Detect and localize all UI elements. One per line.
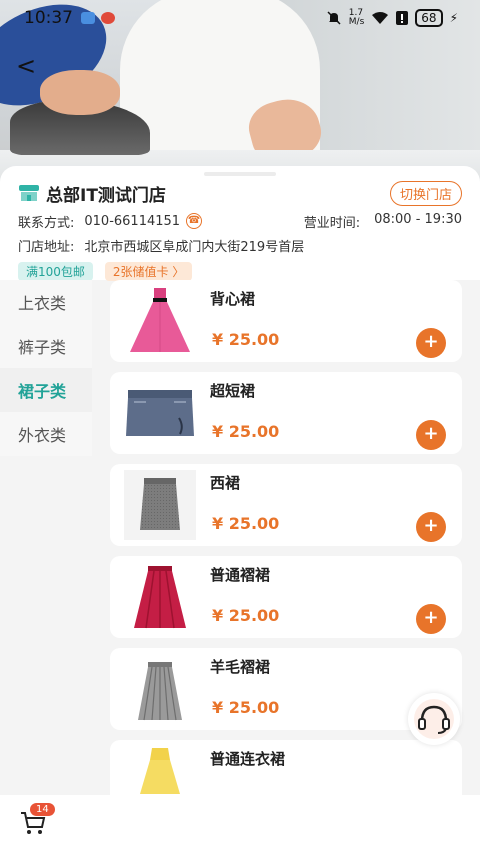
status-bar: 10:37 1.7 M/s 68 ⚡ xyxy=(0,0,480,36)
grey-pencil-skirt-image xyxy=(124,470,196,540)
product-price: ¥ 25.00 xyxy=(212,698,280,717)
category-item-outerwear[interactable]: 外衣类 xyxy=(0,412,92,456)
app-screen: 10:37 1.7 M/s 68 ⚡ < 总部IT测试门店 切换门店 联系方式:… xyxy=(0,0,480,853)
product-name: 背心裙 xyxy=(210,290,256,308)
add-to-cart-button[interactable]: + xyxy=(416,604,446,634)
add-to-cart-button[interactable]: + xyxy=(416,328,446,358)
product-price: ¥ 25.00 xyxy=(212,330,280,349)
product-price: ¥ 25.00 xyxy=(212,422,280,441)
wifi-icon xyxy=(372,12,389,24)
category-label: 裙子类 xyxy=(18,382,67,401)
product-name: 羊毛褶裙 xyxy=(210,658,271,676)
denim-mini-skirt-image xyxy=(126,390,194,436)
product-name: 普通褶裙 xyxy=(210,566,271,584)
category-label: 裤子类 xyxy=(18,338,67,357)
hours-label: 营业时间: xyxy=(303,215,361,231)
store-address: 北京市西城区阜成门内大街219号首层 xyxy=(84,239,305,255)
status-time: 10:37 xyxy=(24,8,73,28)
category-label: 外衣类 xyxy=(18,426,67,445)
list-item[interactable]: 背心裙 ¥ 25.00 + xyxy=(110,280,462,362)
add-to-cart-button[interactable]: + xyxy=(416,512,446,542)
warning-icon xyxy=(396,11,409,25)
product-name: 超短裙 xyxy=(210,382,256,400)
list-item[interactable]: 西裙 ¥ 25.00 + xyxy=(110,464,462,546)
product-price: ¥ 25.00 xyxy=(212,606,280,625)
product-name: 普通连衣裙 xyxy=(210,750,286,768)
list-item[interactable]: 超短裙 ¥ 25.00 + xyxy=(110,372,462,454)
store-hours: 08:00 - 19:30 xyxy=(374,211,462,227)
back-button[interactable]: < xyxy=(16,52,36,80)
free-shipping-tag: 满100包邮 xyxy=(18,262,93,281)
mute-icon xyxy=(327,11,341,25)
store-name: 总部IT测试门店 xyxy=(46,185,166,206)
address-label: 门店地址: xyxy=(18,239,75,255)
alert-notification-icon xyxy=(101,12,115,24)
category-item-tops[interactable]: 上衣类 xyxy=(0,280,92,324)
drag-handle[interactable] xyxy=(204,172,276,176)
cart-count-badge: 14 xyxy=(30,803,55,816)
customer-service-button[interactable] xyxy=(408,693,460,745)
bottom-bar: 14 xyxy=(0,795,480,853)
contact-label: 联系方式: xyxy=(18,215,75,231)
category-item-pants[interactable]: 裤子类 xyxy=(0,324,92,368)
red-pleated-skirt-image xyxy=(134,566,186,629)
list-item[interactable]: 普通褶裙 ¥ 25.00 + xyxy=(110,556,462,638)
store-phone: 010-66114151 xyxy=(84,213,181,229)
pink-dress-image xyxy=(130,288,190,352)
product-list: 背心裙 ¥ 25.00 + 超短裙 ¥ 25.00 + 西裙 ¥ 25.00 +… xyxy=(110,280,462,832)
category-label: 上衣类 xyxy=(18,294,67,313)
grey-wool-pleated-skirt-image xyxy=(138,662,182,721)
phone-icon[interactable]: ☎ xyxy=(186,213,203,229)
product-price: ¥ 25.00 xyxy=(212,514,280,533)
stored-value-card-tag[interactable]: 2张储值卡 〉 xyxy=(104,262,193,281)
store-info-card: 总部IT测试门店 切换门店 联系方式: 010-66114151 ☎ 营业时间:… xyxy=(0,166,480,281)
category-sidebar: 上衣类 裤子类 裙子类 外衣类 xyxy=(0,280,92,456)
battery-level: 68 xyxy=(415,9,443,27)
headset-icon xyxy=(414,699,454,739)
store-icon xyxy=(19,185,39,201)
category-item-skirts[interactable]: 裙子类 xyxy=(0,368,92,412)
product-name: 西裙 xyxy=(210,474,241,492)
app-notification-icon xyxy=(81,12,95,24)
charging-icon: ⚡ xyxy=(449,11,458,25)
net-speed: 1.7 M/s xyxy=(348,8,365,27)
switch-store-button[interactable]: 切换门店 xyxy=(389,180,462,206)
add-to-cart-button[interactable]: + xyxy=(416,420,446,450)
